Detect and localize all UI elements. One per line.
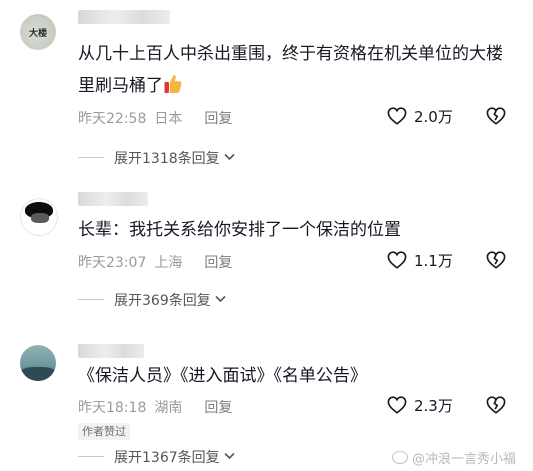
like-button[interactable]: 2.0万: [387, 106, 453, 127]
broken-heart-icon[interactable]: [486, 251, 506, 269]
comment-meta: 昨天22:58 日本 回复: [78, 108, 232, 128]
divider-line: [78, 157, 104, 158]
comment-location: 日本: [154, 111, 183, 127]
expand-replies-button[interactable]: 展开369条回复: [78, 290, 226, 310]
heart-icon: [387, 251, 407, 269]
like-count: 2.3万: [414, 397, 453, 415]
expand-replies-label: 展开369条回复: [114, 293, 211, 309]
avatar-logo-text: 大楼: [29, 29, 48, 39]
expand-replies-button[interactable]: 展开1367条回复: [78, 447, 235, 467]
broken-heart-icon[interactable]: [486, 107, 506, 125]
comment-text: 《保洁人员》《进入面试》《名单公告》: [78, 360, 513, 392]
divider-line: [78, 456, 104, 457]
avatar[interactable]: [20, 345, 56, 381]
comment-meta: 昨天18:18 湖南 回复: [78, 397, 232, 417]
watermark: @冲浪一言秀小福: [392, 448, 516, 467]
expand-replies-label: 展开1367条回复: [114, 450, 220, 466]
chevron-down-icon: [215, 295, 226, 303]
reply-button[interactable]: 回复: [204, 400, 232, 416]
divider-line: [78, 299, 104, 300]
username-blurred[interactable]: [78, 344, 144, 358]
expand-replies-label: 展开1318条回复: [114, 151, 220, 167]
comment-text-content: 从几十上百人中杀出重围，终于有资格在机关单位的大楼 里刷马桶了: [78, 44, 503, 96]
thumbs-up-icon: [164, 75, 182, 93]
broken-heart-icon[interactable]: [486, 396, 506, 414]
comment-meta: 昨天23:07 上海 回复: [78, 252, 232, 272]
like-count: 1.1万: [414, 252, 453, 270]
reply-button[interactable]: 回复: [204, 111, 232, 127]
like-count: 2.0万: [414, 108, 453, 126]
weibo-icon: [392, 451, 408, 464]
comment-text-content: 长辈：我托关系给你安排了一个保洁的位置: [78, 220, 401, 240]
like-button[interactable]: 2.3万: [387, 395, 453, 416]
comment-time: 昨天18:18: [78, 400, 147, 416]
like-button[interactable]: 1.1万: [387, 250, 453, 271]
comment-time: 昨天22:58: [78, 111, 147, 127]
comment-location: 上海: [154, 255, 183, 271]
chevron-down-icon: [224, 452, 235, 460]
comment-location: 湖南: [154, 400, 183, 416]
heart-icon: [387, 107, 407, 125]
avatar[interactable]: [20, 198, 58, 236]
comment-text-content: 《保洁人员》《进入面试》《名单公告》: [78, 366, 367, 386]
heart-icon: [387, 396, 407, 414]
avatar-shape: [20, 367, 56, 381]
comment-text: 从几十上百人中杀出重围，终于有资格在机关单位的大楼 里刷马桶了: [78, 38, 513, 102]
avatar[interactable]: 大楼: [20, 14, 56, 50]
watermark-text: @冲浪一言秀小福: [412, 452, 517, 467]
comment-time: 昨天23:07: [78, 255, 147, 271]
avatar-shape: [31, 213, 49, 223]
username-blurred[interactable]: [78, 192, 148, 206]
comment-text: 长辈：我托关系给你安排了一个保洁的位置: [78, 214, 513, 246]
reply-button[interactable]: 回复: [204, 255, 232, 271]
username-blurred[interactable]: [78, 10, 170, 24]
expand-replies-button[interactable]: 展开1318条回复: [78, 148, 235, 168]
chevron-down-icon: [224, 153, 235, 161]
author-liked-badge: 作者赞过: [78, 423, 130, 440]
